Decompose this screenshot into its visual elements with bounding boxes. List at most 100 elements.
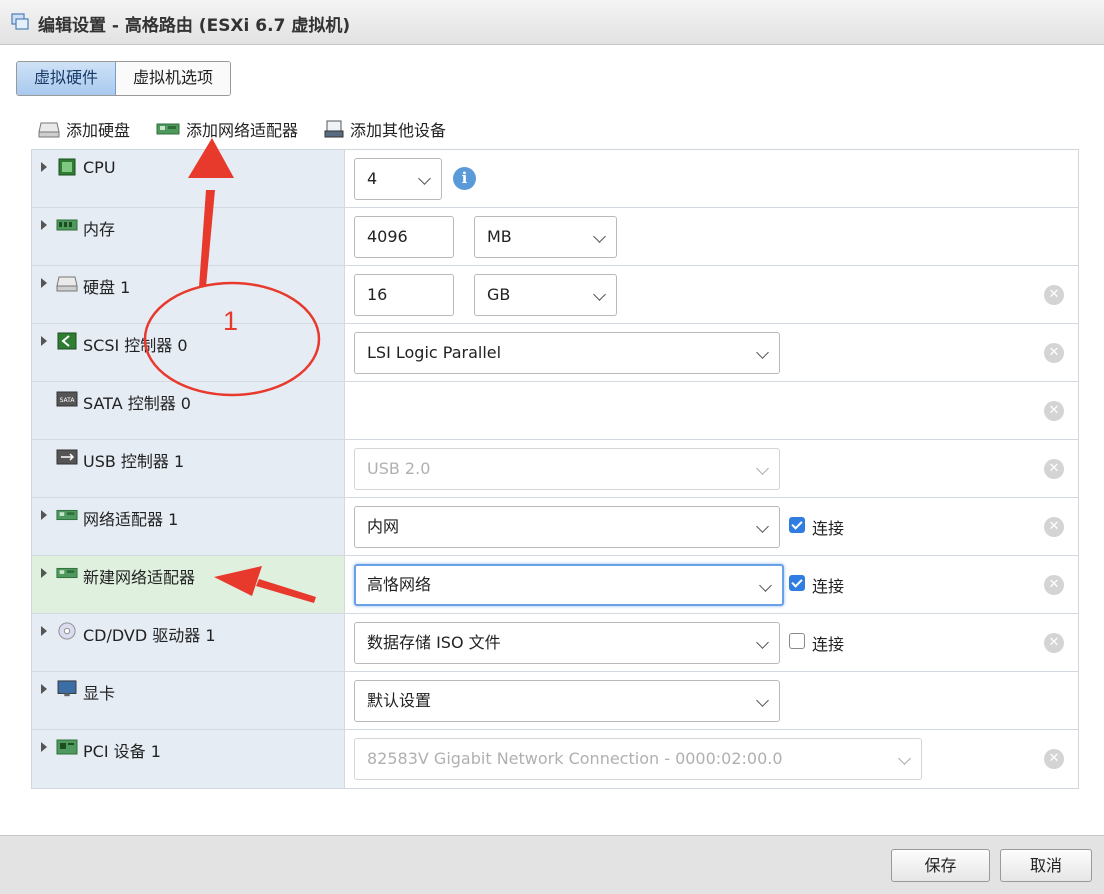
memory-unit-value: MB: [487, 227, 512, 246]
device-label: CPU: [83, 158, 116, 177]
device-label: 新建网络适配器: [83, 568, 196, 587]
add-disk-label: 添加硬盘: [66, 121, 131, 140]
scsi-type-select[interactable]: LSI Logic Parallel: [354, 332, 780, 374]
cancel-button[interactable]: 取消: [1000, 849, 1092, 882]
device-icon: [324, 120, 344, 138]
chevron-down-icon: [593, 288, 606, 301]
memory-size-value: 4096: [367, 227, 408, 246]
disk-size-value: 16: [367, 285, 388, 304]
device-row-disk: 硬盘 1 16 GB ✕: [32, 266, 1078, 324]
remove-icon[interactable]: ✕: [1044, 343, 1064, 363]
save-button[interactable]: 保存: [891, 849, 990, 882]
device-row-memory: 内存 4096 MB: [32, 208, 1078, 266]
chevron-down-icon: [756, 636, 769, 649]
disk-unit-value: GB: [487, 285, 511, 304]
network-value: 内网: [367, 517, 400, 536]
device-row-video-card: 显卡 默认设置: [32, 672, 1078, 730]
add-other-device-label: 添加其他设备: [350, 121, 447, 140]
annotation-number: 1: [223, 306, 239, 336]
add-other-device-button[interactable]: 添加其他设备: [324, 117, 446, 141]
add-network-adapter-label: 添加网络适配器: [186, 121, 299, 140]
disk-icon: [56, 276, 78, 292]
chevron-down-icon: [756, 520, 769, 533]
cpu-count-value: 4: [367, 169, 378, 188]
device-row-network-adapter-1: 网络适配器 1 内网 连接 ✕: [32, 498, 1078, 556]
pci-device-select: 82583V Gigabit Network Connection - 0000…: [354, 738, 922, 780]
pci-icon: [56, 739, 78, 755]
memory-size-input[interactable]: 4096: [354, 216, 454, 258]
device-row-new-network-adapter: 新建网络适配器 高恪网络 连接 ✕: [32, 556, 1078, 614]
nic-icon: [56, 567, 78, 579]
expand-arrow-icon[interactable]: [41, 278, 47, 288]
vm-icon: [11, 13, 29, 30]
pci-device-value: 82583V Gigabit Network Connection - 0000…: [367, 749, 783, 768]
title-bar[interactable]: 编辑设置 - 高格路由 (ESXi 6.7 虚拟机): [0, 0, 1104, 45]
connect-label: 连接: [812, 519, 845, 538]
disk-icon: [38, 122, 60, 138]
connect-checkbox[interactable]: [789, 575, 805, 591]
monitor-icon: [57, 680, 77, 697]
chevron-down-icon: [756, 694, 769, 707]
info-icon[interactable]: i: [453, 167, 476, 190]
toolbar: 添加硬盘 添加网络适配器 添加其他设备: [38, 118, 472, 140]
chevron-down-icon: [756, 346, 769, 359]
expand-arrow-icon[interactable]: [41, 626, 47, 636]
scsi-icon: [57, 332, 77, 350]
remove-icon[interactable]: ✕: [1044, 459, 1064, 479]
cpu-icon: [58, 158, 76, 176]
expand-arrow-icon[interactable]: [41, 568, 47, 578]
memory-icon: [56, 219, 78, 231]
expand-arrow-icon[interactable]: [41, 510, 47, 520]
usb-type-value: USB 2.0: [367, 459, 431, 478]
usb-type-select: USB 2.0: [354, 448, 780, 490]
device-label: SCSI 控制器 0: [83, 336, 188, 355]
connect-checkbox[interactable]: [789, 517, 805, 533]
cpu-count-select[interactable]: 4: [354, 158, 442, 200]
add-disk-button[interactable]: 添加硬盘: [38, 117, 130, 141]
nic-icon: [56, 509, 78, 521]
tab-virtual-hardware[interactable]: 虚拟硬件: [17, 62, 117, 95]
cd-source-value: 数据存储 ISO 文件: [367, 633, 501, 652]
remove-icon[interactable]: ✕: [1044, 285, 1064, 305]
remove-icon[interactable]: ✕: [1044, 633, 1064, 653]
device-row-cpu: CPU 4 i: [32, 150, 1078, 208]
video-settings-select[interactable]: 默认设置: [354, 680, 780, 722]
edit-settings-dialog: 编辑设置 - 高格路由 (ESXi 6.7 虚拟机) 虚拟硬件 虚拟机选项 添加…: [0, 0, 1104, 894]
expand-arrow-icon[interactable]: [41, 742, 47, 752]
connect-checkbox[interactable]: [789, 633, 805, 649]
chevron-down-icon: [756, 462, 769, 475]
disk-unit-select[interactable]: GB: [474, 274, 617, 316]
network-select[interactable]: 高恪网络: [354, 564, 784, 606]
expand-arrow-icon[interactable]: [41, 162, 47, 172]
window-title: 编辑设置 - 高格路由 (ESXi 6.7 虚拟机): [38, 16, 351, 36]
dialog-footer: 保存 取消: [0, 835, 1104, 894]
chevron-down-icon: [418, 172, 431, 185]
network-value: 高恪网络: [367, 575, 432, 594]
tab-vm-options[interactable]: 虚拟机选项: [116, 62, 231, 95]
tab-bar: 虚拟硬件 虚拟机选项: [16, 61, 232, 96]
device-row-scsi: SCSI 控制器 0 LSI Logic Parallel ✕: [32, 324, 1078, 382]
network-select[interactable]: 内网: [354, 506, 780, 548]
device-row-pci: PCI 设备 1 82583V Gigabit Network Connecti…: [32, 730, 1078, 788]
remove-icon[interactable]: ✕: [1044, 575, 1064, 595]
device-label: SATA 控制器 0: [83, 394, 191, 413]
device-label: USB 控制器 1: [83, 452, 185, 471]
chevron-down-icon: [593, 230, 606, 243]
expand-arrow-icon[interactable]: [41, 684, 47, 694]
remove-icon[interactable]: ✕: [1044, 749, 1064, 769]
usb-icon: [56, 449, 78, 465]
chevron-down-icon: [759, 579, 772, 592]
expand-arrow-icon[interactable]: [41, 336, 47, 346]
memory-unit-select[interactable]: MB: [474, 216, 617, 258]
svg-text:SATA: SATA: [60, 397, 76, 404]
device-label: 硬盘 1: [83, 278, 131, 297]
expand-arrow-icon[interactable]: [41, 220, 47, 230]
cd-source-select[interactable]: 数据存储 ISO 文件: [354, 622, 780, 664]
remove-icon[interactable]: ✕: [1044, 517, 1064, 537]
chevron-down-icon: [898, 752, 911, 765]
video-settings-value: 默认设置: [367, 691, 432, 710]
disk-size-input[interactable]: 16: [354, 274, 454, 316]
device-label: 网络适配器 1: [83, 510, 179, 529]
add-network-adapter-button[interactable]: 添加网络适配器: [156, 117, 298, 141]
remove-icon[interactable]: ✕: [1044, 401, 1064, 421]
